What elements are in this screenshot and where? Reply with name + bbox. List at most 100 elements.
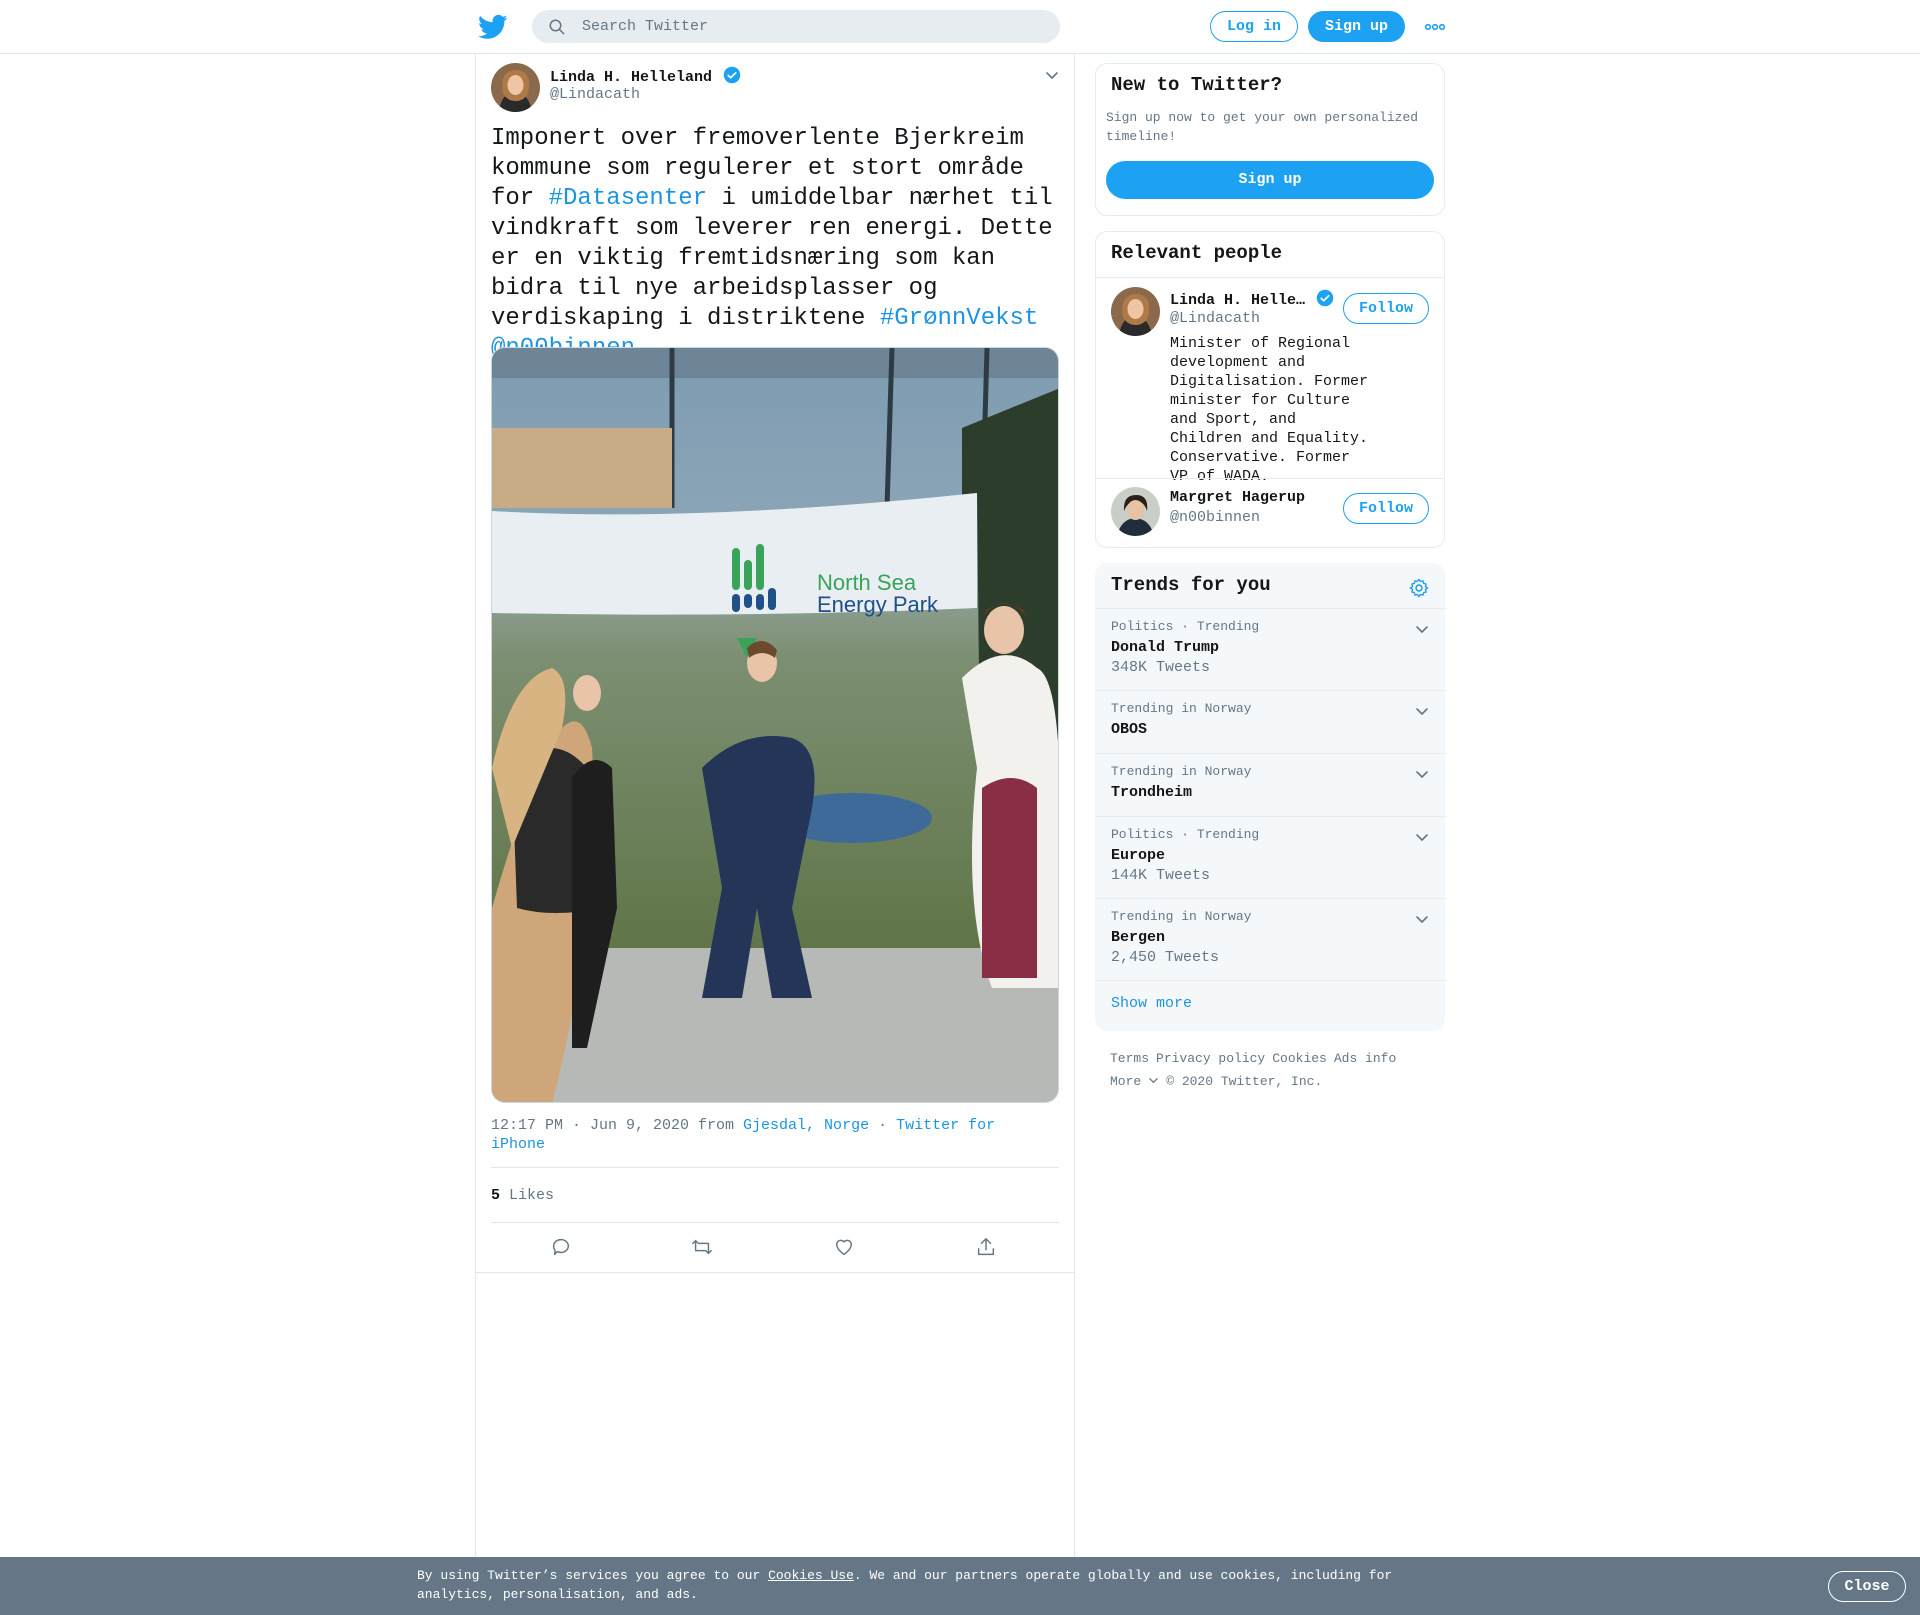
person-name[interactable]: Linda H. Helle… (1170, 289, 1334, 309)
trend-count: 348K Tweets (1111, 659, 1211, 676)
trend-context: Trending in Norway (1111, 701, 1252, 716)
meta-separator: · (869, 1117, 897, 1134)
chevron-down-icon (1149, 1078, 1159, 1084)
divider (1096, 277, 1444, 278)
trend-name: Bergen (1111, 929, 1166, 946)
relevant-people-card: Relevant people Linda H. Helle… @Lindaca… (1095, 231, 1445, 548)
retweet-icon[interactable] (691, 1236, 713, 1258)
more-options-icon[interactable] (1424, 18, 1446, 36)
close-button[interactable]: Close (1828, 1571, 1906, 1602)
author-name[interactable]: Linda H. Helleland (550, 66, 741, 86)
signup-card-button[interactable]: Sign up (1106, 161, 1434, 199)
trend-context: Politics · Trending (1111, 619, 1260, 634)
card-title: Relevant people (1111, 242, 1283, 264)
show-more-link[interactable]: Show more (1111, 995, 1192, 1012)
person-bio: Minister of Regional development and Dig… (1170, 335, 1369, 485)
trend-item[interactable]: Trending in Norway Trondheim (1096, 753, 1446, 816)
cookies-link[interactable]: Cookies (1272, 1051, 1327, 1066)
top-bar: Log in Sign up (0, 0, 1920, 54)
avatar-image (1111, 487, 1160, 536)
photo-image: North Sea Energy Park (492, 348, 1058, 1102)
more-link[interactable]: More (1110, 1074, 1159, 1089)
likes-count[interactable]: 5 Likes (491, 1187, 554, 1204)
trend-name: OBOS (1111, 721, 1148, 738)
follow-button[interactable]: Follow (1343, 293, 1429, 324)
trend-context: Trending in Norway (1111, 764, 1252, 779)
new-to-twitter-card: New to Twitter? Sign up now to get your … (1095, 63, 1445, 216)
trend-context: Politics · Trending (1111, 827, 1260, 842)
card-title: Trends for you (1111, 574, 1271, 596)
hashtag-link[interactable]: #Datasenter (549, 185, 707, 212)
avatar-image (491, 63, 540, 112)
author-name-text[interactable]: Linda H. Helleland (550, 69, 712, 86)
gear-icon[interactable] (1408, 577, 1430, 599)
author-handle[interactable]: @Lindacath (550, 86, 640, 103)
chevron-down-icon[interactable] (1414, 703, 1430, 719)
person-name[interactable]: Margret Hagerup (1170, 489, 1305, 506)
cookie-consent-bar: By using Twitter’s services you agree to… (0, 1557, 1920, 1615)
cookies-use-link[interactable]: Cookies Use (768, 1568, 854, 1583)
privacy-link[interactable]: Privacy policy (1156, 1051, 1265, 1066)
person-name-text[interactable]: Linda H. Helle… (1170, 292, 1305, 309)
reply-icon[interactable] (550, 1236, 572, 1258)
ads-info-link[interactable]: Ads info (1334, 1051, 1396, 1066)
verified-badge-icon (1316, 289, 1334, 307)
card-title: New to Twitter? (1111, 74, 1283, 96)
banner-title-line2: Energy Park (817, 592, 939, 617)
hashtag-link[interactable]: #GrønnVekst (880, 305, 1038, 332)
person-handle[interactable]: @Lindacath (1170, 310, 1260, 327)
location-link[interactable]: Gjesdal, Norge (743, 1117, 869, 1134)
login-button[interactable]: Log in (1210, 11, 1298, 42)
likes-number: 5 (491, 1187, 501, 1204)
trend-item[interactable]: Politics · Trending Donald Trump 348K Tw… (1096, 608, 1446, 690)
twitter-logo-icon[interactable] (478, 12, 508, 42)
divider (1096, 478, 1444, 479)
tweet-meta: 12:17 PM · Jun 9, 2020 from Gjesdal, Nor… (491, 1116, 1031, 1154)
chevron-down-icon[interactable] (1414, 621, 1430, 637)
person-avatar[interactable] (1111, 287, 1160, 336)
terms-link[interactable]: Terms (1110, 1051, 1149, 1066)
trend-count: 2,450 Tweets (1111, 949, 1220, 966)
trend-item[interactable]: Trending in Norway Bergen 2,450 Tweets (1096, 898, 1446, 980)
verified-badge-icon (723, 66, 741, 84)
divider (491, 1167, 1059, 1168)
person-handle[interactable]: @n00binnen (1170, 509, 1260, 526)
divider (1096, 980, 1446, 981)
signup-button[interactable]: Sign up (1308, 11, 1405, 42)
more-label[interactable]: More (1110, 1074, 1141, 1089)
follow-button[interactable]: Follow (1343, 493, 1429, 524)
trend-item[interactable]: Politics · Trending Europe 144K Tweets (1096, 816, 1446, 898)
trend-item[interactable]: Trending in Norway OBOS (1096, 690, 1446, 753)
trend-name: Trondheim (1111, 784, 1193, 801)
divider (476, 1272, 1074, 1273)
card-description: Sign up now to get your own personalized… (1106, 110, 1419, 144)
trend-name: Europe (1111, 847, 1166, 864)
tweet-photo[interactable]: North Sea Energy Park (491, 347, 1059, 1103)
share-icon[interactable] (975, 1236, 997, 1258)
tweet-actions (491, 1224, 1059, 1272)
avatar-image (1111, 287, 1160, 336)
trend-context: Trending in Norway (1111, 909, 1252, 924)
cookie-text-before: By using Twitter’s services you agree to… (417, 1568, 769, 1583)
cookie-text: By using Twitter’s services you agree to… (417, 1566, 1417, 1604)
chevron-down-icon[interactable] (1044, 67, 1060, 83)
search-icon (549, 19, 565, 35)
divider (491, 1222, 1059, 1223)
chevron-down-icon[interactable] (1414, 766, 1430, 782)
author-avatar[interactable] (491, 63, 540, 112)
trend-name: Donald Trump (1111, 639, 1220, 656)
copyright-text: © 2020 Twitter, Inc. (1166, 1074, 1323, 1089)
search-bar[interactable] (532, 10, 1060, 43)
search-input[interactable] (582, 10, 1042, 43)
person-avatar[interactable] (1111, 487, 1160, 536)
chevron-down-icon[interactable] (1414, 829, 1430, 845)
tweet-timestamp[interactable]: 12:17 PM · Jun 9, 2020 from (491, 1117, 743, 1134)
trend-count: 144K Tweets (1111, 867, 1211, 884)
likes-label: Likes (500, 1187, 555, 1204)
trends-card: Trends for you Politics · Trending Donal… (1095, 563, 1446, 1031)
tweet-text: Imponert over fremoverlente Bjerkreim ko… (491, 124, 1061, 364)
chevron-down-icon[interactable] (1414, 911, 1430, 927)
tweet-column: Linda H. Helleland @Lindacath Imponert o… (475, 54, 1075, 1615)
footer-links: Terms Privacy policy Cookies Ads info More ©… (1110, 1047, 1440, 1093)
like-icon[interactable] (833, 1236, 855, 1258)
